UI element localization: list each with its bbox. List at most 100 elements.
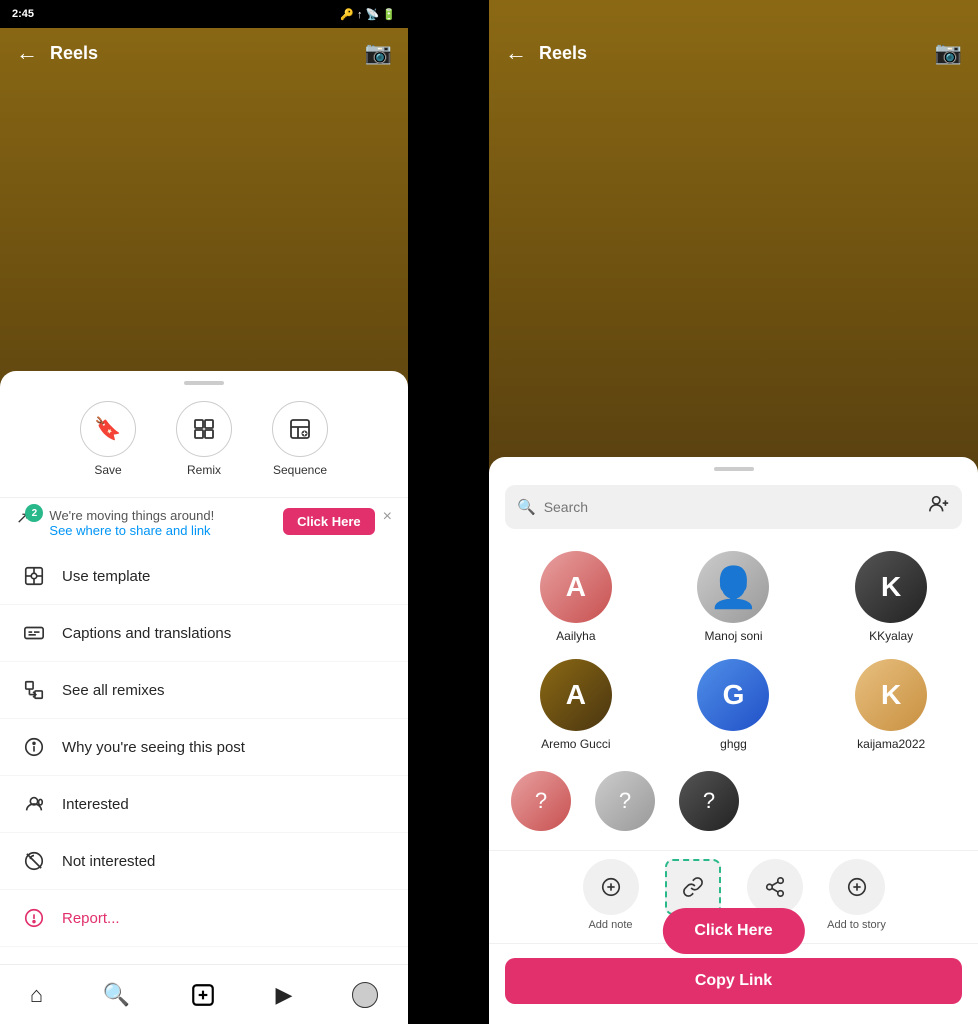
people-grid: A Aailyha 👤 Manoj soni K KKyalay (489, 543, 978, 759)
report-item[interactable]: Report... (0, 890, 408, 947)
add-to-story-label: Add to story (827, 919, 886, 931)
nav-search[interactable]: 🔍 (103, 982, 130, 1008)
notif-line1: We're moving things around! (49, 508, 283, 523)
partial-person-3[interactable]: ? (673, 771, 745, 850)
sheet-handle (184, 381, 224, 385)
status-bar-left: 2:45 🔑 ↑ 📡 🔋 (0, 0, 408, 28)
person-kkyalay[interactable]: K KKyalay (812, 543, 970, 651)
add-to-story-icon (829, 859, 885, 915)
nav-home[interactable]: ⌂ (30, 982, 43, 1008)
add-note-icon (583, 859, 639, 915)
person-kaijama2022[interactable]: K kaijama2022 (812, 651, 970, 759)
notif-line2: See where to share and link (49, 523, 283, 538)
partial-avatar-1: ? (511, 771, 571, 831)
left-panel: 2:45 🔑 ↑ 📡 🔋 ← Reels 📷 ♡ 586K 💬 1,267 ✈ … (0, 0, 408, 1024)
back-button-left[interactable]: ← (16, 40, 38, 66)
person-manoj-soni[interactable]: 👤 Manoj soni (655, 543, 813, 651)
interested-label: Interested (62, 796, 129, 813)
person-aailyha[interactable]: A Aailyha (497, 543, 655, 651)
partial-avatar-3: ? (679, 771, 739, 831)
actions-row: 🔖 Save Remix (0, 401, 408, 497)
add-note-label: Add note (588, 919, 632, 931)
left-reels-header: ← Reels 📷 (0, 28, 408, 78)
nav-profile[interactable] (352, 982, 378, 1008)
search-icon: 🔍 (517, 498, 536, 516)
sequence-button[interactable]: Sequence (272, 401, 328, 477)
close-notification-button[interactable]: × (383, 508, 392, 526)
avatar-kkyalay: K (855, 551, 927, 623)
status-icons-left: 🔑 ↑ 📡 🔋 (340, 8, 396, 21)
remix-label: Remix (187, 463, 221, 477)
report-label: Report... (62, 910, 120, 927)
sequence-icon (272, 401, 328, 457)
add-to-story-action[interactable]: Add to story (822, 859, 892, 931)
why-seeing-item[interactable]: Why you're seeing this post (0, 719, 408, 776)
avatar-aailyha: A (540, 551, 612, 623)
remix-button[interactable]: Remix (176, 401, 232, 477)
click-here-floating-button[interactable]: Click Here (662, 908, 804, 954)
not-interested-icon (20, 847, 48, 875)
share-handle (714, 467, 754, 471)
sequence-label: Sequence (273, 463, 327, 477)
see-remixes-label: See all remixes (62, 682, 165, 699)
use-template-icon (20, 562, 48, 590)
search-input[interactable] (544, 499, 920, 515)
bottom-sheet: 🔖 Save Remix (0, 371, 408, 1024)
not-interested-label: Not interested (62, 853, 155, 870)
captions-item[interactable]: Captions and translations (0, 605, 408, 662)
remixes-icon (20, 676, 48, 704)
add-people-button[interactable] (928, 493, 950, 521)
add-note-action[interactable]: Add note (576, 859, 646, 931)
remix-icon (176, 401, 232, 457)
person-name-aailyha: Aailyha (556, 629, 595, 643)
save-button[interactable]: 🔖 Save (80, 401, 136, 477)
avatar-kaijama2022: K (855, 659, 927, 731)
bottom-nav: ⌂ 🔍 ▶ (0, 964, 408, 1024)
status-time-left: 2:45 (12, 8, 34, 20)
back-button-right[interactable]: ← (505, 40, 527, 66)
nav-add[interactable] (190, 982, 216, 1008)
avatar-manoj-soni: 👤 (697, 551, 769, 623)
person-name-kkyalay: KKyalay (869, 629, 913, 643)
person-name-kaijama2022: kaijama2022 (857, 737, 925, 751)
search-bar[interactable]: 🔍 (505, 485, 962, 529)
share-action-icon (747, 859, 803, 915)
notification-badge: 2 (25, 504, 43, 522)
click-here-button[interactable]: Click Here (283, 508, 375, 535)
avatar-aremo-gucci: A (540, 659, 612, 731)
partial-person-1[interactable]: ? (505, 771, 577, 850)
person-ghgg[interactable]: G ghgg (655, 651, 813, 759)
person-name-ghgg: ghgg (720, 737, 747, 751)
camera-icon-right[interactable]: 📷 (935, 40, 962, 66)
partial-avatar-2: ? (595, 771, 655, 831)
use-template-item[interactable]: Use template (0, 548, 408, 605)
interested-item[interactable]: Interested (0, 776, 408, 833)
right-panel: 2:45 🔑 ↑ 📡 🔋 ← Reels 📷 🔍 (489, 0, 978, 1024)
right-reels-header: ← Reels 📷 (489, 28, 978, 78)
camera-icon-left[interactable]: 📷 (365, 40, 392, 66)
copy-link-icon (665, 859, 721, 915)
reels-title-right: Reels (539, 43, 587, 64)
save-icon: 🔖 (80, 401, 136, 457)
copy-link-button[interactable]: Copy Link (505, 958, 962, 1004)
reels-title-left: Reels (50, 43, 98, 64)
captions-label: Captions and translations (62, 625, 231, 642)
interested-icon (20, 790, 48, 818)
save-label: Save (94, 463, 121, 477)
why-seeing-label: Why you're seeing this post (62, 739, 245, 756)
captions-icon (20, 619, 48, 647)
nav-reels[interactable]: ▶ (276, 982, 293, 1008)
person-name-manoj-soni: Manoj soni (704, 629, 762, 643)
person-aremo-gucci[interactable]: A Aremo Gucci (497, 651, 655, 759)
notification-banner: ↗ 2 We're moving things around! See wher… (0, 497, 408, 548)
avatar-ghgg: G (697, 659, 769, 731)
use-template-label: Use template (62, 568, 150, 585)
person-name-aremo-gucci: Aremo Gucci (541, 737, 610, 751)
panel-divider (487, 0, 489, 1024)
not-interested-item[interactable]: Not interested (0, 833, 408, 890)
see-remixes-item[interactable]: See all remixes (0, 662, 408, 719)
report-icon (20, 904, 48, 932)
partial-person-2[interactable]: ? (589, 771, 661, 850)
why-seeing-icon (20, 733, 48, 761)
notif-icon-wrapper: ↗ 2 (16, 508, 39, 528)
